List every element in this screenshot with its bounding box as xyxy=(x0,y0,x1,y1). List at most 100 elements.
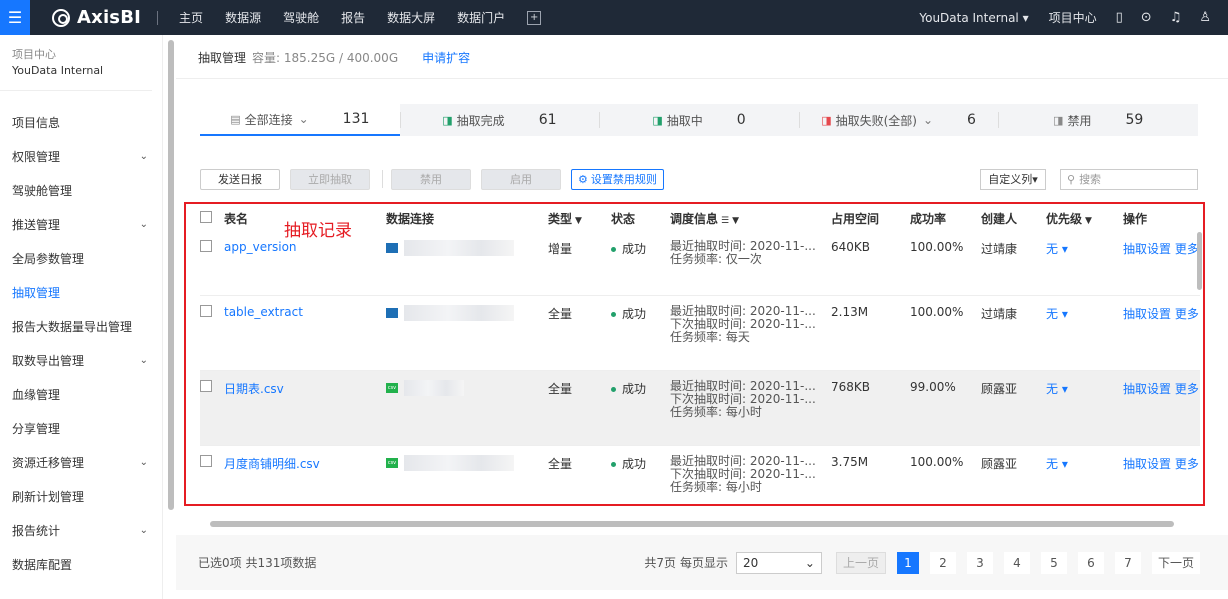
extract-settings-link[interactable]: 抽取设置 xyxy=(1123,242,1171,256)
user-icon[interactable]: ♙ xyxy=(1199,10,1211,25)
sidebar-item[interactable]: 刷新计划管理 xyxy=(0,479,162,513)
logo[interactable]: AxisBI xyxy=(52,7,141,28)
sidebar-scrollbar[interactable] xyxy=(168,40,174,510)
status-text: 成功 xyxy=(622,307,647,321)
sidebar-item[interactable]: 资源迁移管理 ⌄ xyxy=(0,445,162,479)
page-button[interactable]: 3 xyxy=(966,551,993,574)
menu-icon[interactable]: ☰ xyxy=(0,0,30,35)
stat-failed[interactable]: ◨ 抽取失败(全部) ⌄ 6 xyxy=(798,104,999,136)
table-row[interactable]: table_extract 全量 成功 最近抽取时间: 2020-11-... 下次抽取… xyxy=(200,296,1200,371)
table-name-cell: 日期表.csv xyxy=(224,371,386,397)
table-name-link[interactable]: 日期表.csv xyxy=(224,382,284,396)
row-check-cell xyxy=(200,446,224,470)
help-icon[interactable]: ⊙ xyxy=(1141,10,1152,25)
prev-page-button[interactable]: 上一页 xyxy=(835,551,886,574)
table-name-link[interactable]: 月度商铺明细.csv xyxy=(224,457,320,471)
stat-running[interactable]: ◨ 抽取中 0 xyxy=(599,104,799,136)
filter-icon[interactable]: ▼ xyxy=(732,216,739,226)
running-icon: ◨ xyxy=(652,113,663,127)
col-creator: 创建人 xyxy=(981,211,1018,226)
sidebar-item[interactable]: 取数导出管理 ⌄ xyxy=(0,343,162,377)
filter-icon[interactable]: ▼ xyxy=(575,216,582,226)
extract-settings-link[interactable]: 抽取设置 xyxy=(1123,307,1171,321)
table-vertical-scrollbar[interactable] xyxy=(1197,232,1202,290)
more-link[interactable]: 更多 xyxy=(1175,457,1199,471)
sidebar-item[interactable]: 数据库配置 xyxy=(0,547,162,581)
row-checkbox[interactable] xyxy=(200,380,212,392)
row-checkbox[interactable] xyxy=(200,305,212,317)
nav-home[interactable]: 主页 xyxy=(179,9,203,26)
bookmark-icon[interactable]: ▯ xyxy=(1116,10,1123,25)
stat-all[interactable]: ▤ 全部连接 ⌄ 131 xyxy=(200,104,400,136)
search-input[interactable]: ⚲ 搜索 xyxy=(1060,168,1198,190)
stat-done[interactable]: ◨ 抽取完成 61 xyxy=(399,104,600,136)
add-icon[interactable]: + xyxy=(527,10,542,25)
sidebar-item[interactable]: 报告统计 ⌄ xyxy=(0,513,162,547)
priority-value: 无 xyxy=(1046,457,1059,471)
bell-icon[interactable]: ♫ xyxy=(1170,10,1182,25)
priority-dropdown[interactable]: 无 ▾ xyxy=(1046,296,1123,322)
project-center-link[interactable]: 项目中心 xyxy=(1049,9,1097,26)
disable-button[interactable]: 禁用 xyxy=(391,168,471,190)
schedule-cell: 最近抽取时间: 2020-11-... 下次抽取时间: 2020-11-... 任务… xyxy=(670,296,831,344)
page-button[interactable]: 1 xyxy=(896,551,919,574)
sidebar-item[interactable]: 报告大数据量导出管理 xyxy=(0,309,162,343)
nav-datasource[interactable]: 数据源 xyxy=(225,9,261,26)
table-row[interactable]: 月度商铺明细.csv csv 全量 成功 最近抽取时间: 2020-11-... 下次抽取… xyxy=(200,446,1200,505)
enable-button[interactable]: 启用 xyxy=(481,168,561,190)
sidebar-item[interactable]: 权限管理 ⌄ xyxy=(0,139,162,173)
page-button[interactable]: 4 xyxy=(1003,551,1030,574)
sidebar-item[interactable]: 项目信息 xyxy=(0,105,162,139)
sidebar-item[interactable]: 分享管理 xyxy=(0,411,162,445)
more-link[interactable]: 更多 xyxy=(1175,382,1199,396)
send-report-button[interactable]: 发送日报 xyxy=(200,168,280,190)
page-button[interactable]: 5 xyxy=(1040,551,1067,574)
row-checkbox[interactable] xyxy=(200,240,212,252)
status-dot xyxy=(611,312,616,317)
table-name-cell: 月度商铺明细.csv xyxy=(224,446,386,472)
row-checkbox[interactable] xyxy=(200,455,212,467)
extract-settings-link[interactable]: 抽取设置 xyxy=(1123,457,1171,471)
sort-icon[interactable]: ☰ xyxy=(721,216,729,226)
sidebar-item[interactable]: 推送管理 ⌄ xyxy=(0,207,162,241)
priority-dropdown[interactable]: 无 ▾ xyxy=(1046,446,1123,472)
priority-dropdown[interactable]: 无 ▾ xyxy=(1046,231,1123,257)
nav-report[interactable]: 报告 xyxy=(341,9,365,26)
expand-capacity-link[interactable]: 申请扩容 xyxy=(422,49,470,66)
footer: 已选0项 共131项数据 共7页 每页显示 20 ⌄ 上一页 1234567 下… xyxy=(176,535,1228,590)
col-ops: 操作 xyxy=(1123,211,1148,226)
table-row[interactable]: 日期表.csv csv 全量 成功 最近抽取时间: 2020-11-... 下次抽取时间:… xyxy=(200,371,1200,446)
page-button[interactable]: 6 xyxy=(1077,551,1104,574)
table-name-link[interactable]: table_extract xyxy=(224,305,303,319)
select-all-checkbox[interactable] xyxy=(200,210,212,223)
sidebar-item[interactable]: 驾驶舱管理 xyxy=(0,173,162,207)
stat-disabled[interactable]: ◨ 禁用 59 xyxy=(998,104,1198,136)
sidebar-item[interactable]: 全局参数管理 xyxy=(0,241,162,275)
chevron-down-icon: ⌄ xyxy=(139,218,148,230)
nav-portal[interactable]: 数据门户 xyxy=(457,9,505,26)
table-name-link[interactable]: app_version xyxy=(224,240,297,254)
sidebar-item[interactable]: 血缘管理 xyxy=(0,377,162,411)
per-page-select[interactable]: 20 ⌄ xyxy=(735,551,822,574)
page-numbers: 1234567 xyxy=(886,551,1141,574)
filter-icon[interactable]: ▼ xyxy=(1085,216,1092,226)
type-cell: 全量 xyxy=(548,457,573,471)
nav-cockpit[interactable]: 驾驶舱 xyxy=(283,9,319,26)
org-switcher[interactable]: YouData Internal ▾ xyxy=(919,11,1028,25)
more-link[interactable]: 更多 xyxy=(1175,242,1199,256)
page-button[interactable]: 2 xyxy=(929,551,956,574)
priority-dropdown[interactable]: 无 ▾ xyxy=(1046,371,1123,397)
csv-icon: csv xyxy=(386,383,398,393)
page-button[interactable]: 7 xyxy=(1114,551,1141,574)
extract-now-button[interactable]: 立即抽取 xyxy=(290,168,370,190)
extract-settings-link[interactable]: 抽取设置 xyxy=(1123,382,1171,396)
nav-bigscreen[interactable]: 数据大屏 xyxy=(387,9,435,26)
sidebar-item[interactable]: 抽取管理 xyxy=(0,275,162,309)
row-check-cell xyxy=(200,371,224,395)
more-link[interactable]: 更多 xyxy=(1175,307,1199,321)
set-disable-rule-button[interactable]: ⚙ 设置禁用规则 xyxy=(571,168,664,190)
next-page-button[interactable]: 下一页 xyxy=(1151,551,1200,574)
type-cell: 全量 xyxy=(548,307,573,321)
table-horizontal-scrollbar[interactable] xyxy=(210,521,1174,527)
custom-columns-dropdown[interactable]: 自定义列 ▾ xyxy=(980,168,1046,190)
